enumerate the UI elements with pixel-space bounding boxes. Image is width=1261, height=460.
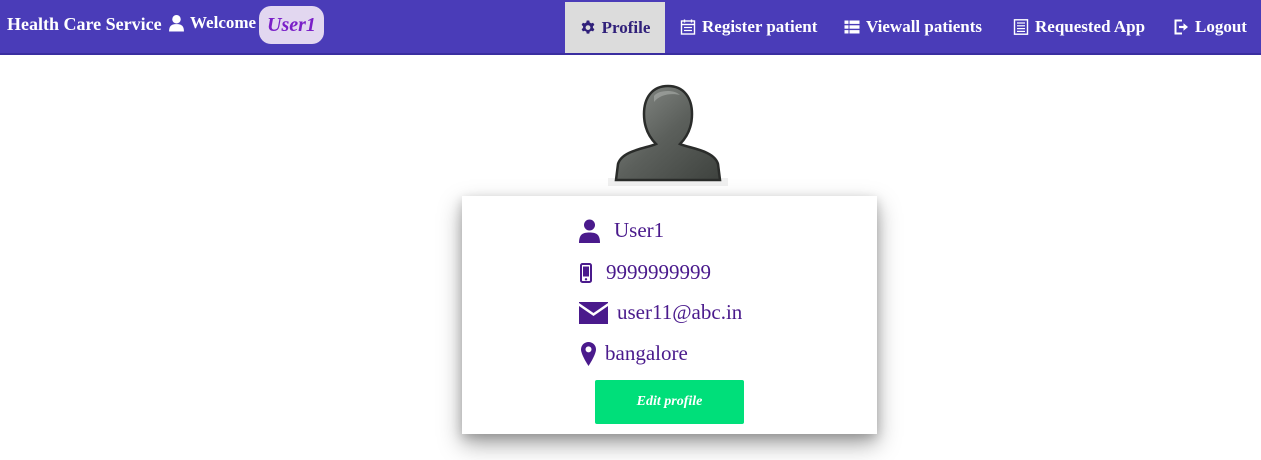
nav-register-patient[interactable]: Register patient: [680, 0, 817, 53]
nav-logout-label: Logout: [1195, 16, 1247, 36]
top-navbar: Health Care Service Welcome User1 Profil…: [0, 0, 1261, 55]
profile-location-row: bangalore: [581, 341, 688, 366]
profile-name-row: User1: [579, 218, 664, 243]
user-icon: [169, 15, 184, 32]
profile-email: user11@abc.in: [617, 300, 743, 324]
profile-phone: 9999999999: [606, 260, 711, 284]
brand-title[interactable]: Health Care Service: [7, 14, 162, 35]
nav-logout[interactable]: Logout: [1173, 0, 1247, 53]
welcome-label: Welcome: [190, 13, 257, 32]
map-marker-icon: [581, 341, 596, 366]
profile-email-row: user11@abc.in: [579, 300, 742, 325]
list-icon: [844, 20, 860, 33]
calendar-icon: [680, 19, 696, 35]
nav-profile[interactable]: Profile: [565, 2, 665, 53]
welcome-greeting: Welcome: [168, 13, 256, 33]
document-list-icon: [1013, 18, 1029, 35]
mobile-phone-icon: [580, 262, 592, 283]
username-badge: User1: [259, 6, 324, 44]
nav-requested-app[interactable]: Requested App: [1013, 0, 1145, 53]
envelope-icon: [579, 301, 608, 324]
user-icon: [579, 219, 600, 243]
nav-viewall-patients[interactable]: Viewall patients: [844, 0, 982, 53]
edit-profile-button[interactable]: Edit profile: [595, 380, 744, 424]
profile-card: User1 9999999999 user11@abc.in bangalore…: [462, 196, 877, 434]
profile-name: User1: [614, 218, 665, 242]
nav-profile-label: Profile: [601, 17, 651, 37]
logout-icon: [1174, 19, 1188, 34]
nav-requested-app-label: Requested App: [1035, 16, 1146, 36]
nav-viewall-patients-label: Viewall patients: [866, 16, 983, 36]
nav-register-patient-label: Register patient: [702, 16, 818, 36]
profile-avatar: [608, 84, 728, 186]
profile-location: bangalore: [605, 341, 688, 365]
profile-phone-row: 9999999999: [580, 260, 711, 285]
gear-icon: [581, 20, 595, 34]
